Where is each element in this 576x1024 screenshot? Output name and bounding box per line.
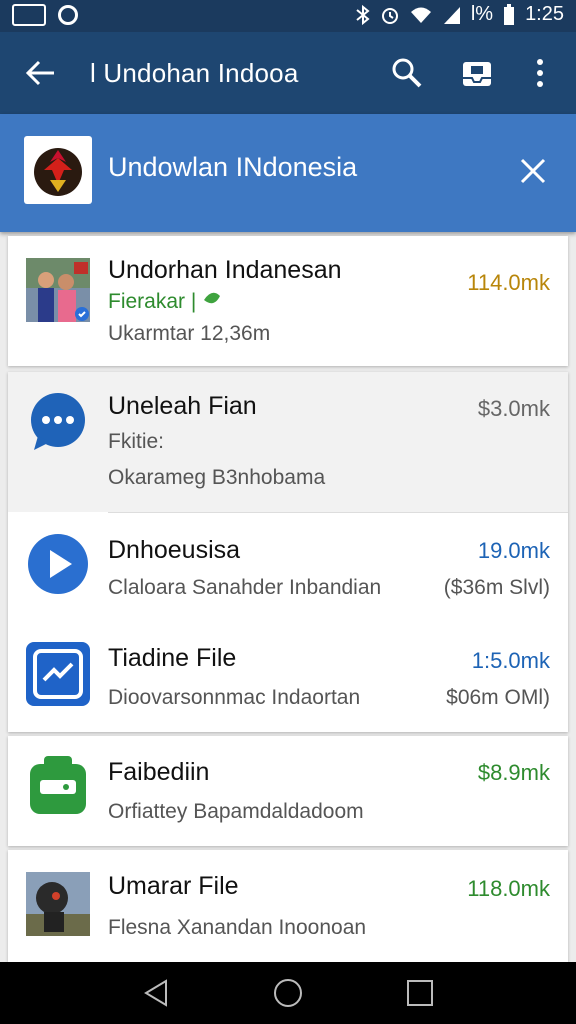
close-icon[interactable] (514, 152, 552, 190)
list-item[interactable]: Tiadine File Dioovarsonnmac Indaortan 1:… (8, 622, 568, 732)
list-card: Faibediin Orfiattey Bapamdaldadoom $8.9m… (8, 736, 568, 846)
clock: 1:25 (525, 3, 564, 25)
alarm-icon (381, 7, 398, 24)
item-meta: Ukarmtar 12,36m (108, 322, 271, 345)
list-card: Umarar File Flesna Xanandan Inoonoan 118… (8, 850, 568, 962)
item-meta: Okarameg B3nhobama (108, 466, 326, 489)
recents-square-icon[interactable] (404, 977, 436, 1009)
item-price: $8.9mk (477, 760, 550, 785)
bluetooth-icon (356, 4, 370, 25)
item-extra: $06m OMl) (446, 686, 550, 709)
system-nav-bar (0, 962, 576, 1024)
item-title: Tiadine File (108, 644, 237, 672)
list-item[interactable]: Uneleah Fian Fkitie: Okarameg B3nhobama … (8, 372, 568, 512)
item-subtitle: Fierakar | (108, 290, 222, 314)
list-item[interactable]: Undorhan Indanesan Fierakar | Ukarmtar 1… (8, 236, 568, 366)
signal-icon (443, 6, 460, 24)
list-item[interactable]: Faibediin Orfiattey Bapamdaldadoom $8.9m… (8, 736, 568, 846)
leaf-icon (204, 292, 221, 304)
item-subtitle: Orfiattey Bapamdaldadoom (108, 800, 364, 823)
battery-percent: l% (470, 3, 494, 25)
item-title: Uneleah Fian (108, 392, 257, 420)
featured-card[interactable]: Undorhan Indanesan Fierakar | Ukarmtar 1… (8, 236, 568, 366)
play-icon (28, 534, 88, 594)
app-toolbar: l Undohan Indooa (0, 32, 576, 114)
status-left (12, 4, 78, 26)
item-title: Faibediin (108, 758, 210, 786)
item-price: 19.0mk (477, 538, 550, 563)
item-title: Undorhan Indanesan (108, 256, 342, 284)
wifi-icon (410, 7, 431, 23)
item-subtitle: Flesna Xanandan Inoonoan (108, 916, 367, 939)
inbox-icon[interactable] (460, 56, 494, 90)
status-bar: l% 1:25 (0, 0, 576, 32)
item-price: 118.0mk (467, 876, 550, 901)
item-price: $3.0mk (477, 396, 550, 421)
toolbar-title: l Undohan Indooa (90, 58, 299, 88)
item-title: Umarar File (108, 872, 239, 900)
home-circle-icon[interactable] (272, 977, 304, 1009)
item-title: Dnhoeusisa (108, 536, 241, 564)
app-logo (24, 136, 92, 204)
emblem-icon (34, 148, 82, 196)
profile-photo-icon (26, 258, 90, 322)
list-item[interactable]: Umarar File Flesna Xanandan Inoonoan 118… (8, 850, 568, 962)
list-card: Uneleah Fian Fkitie: Okarameg B3nhobama … (8, 372, 568, 732)
item-price: 1:5.0mk (471, 648, 550, 673)
more-vert-icon[interactable] (523, 56, 557, 90)
app-banner: Undowlan INdonesia (0, 114, 576, 232)
item-extra: ($36m Slvl) (443, 576, 550, 599)
item-subtitle: Fkitie: (108, 430, 165, 453)
status-right: l% 1:25 (355, 3, 564, 26)
green-robot-icon (30, 756, 86, 814)
item-subtitle: Dioovarsonnmac Indaortan (108, 686, 361, 709)
banner-title: Undowlan INdonesia (108, 152, 358, 182)
back-triangle-icon[interactable] (140, 977, 172, 1009)
item-subtitle: Claloara Sanahder Inbandian (108, 576, 382, 599)
notification-icon (12, 4, 46, 26)
messenger-icon (26, 642, 90, 706)
search-icon[interactable] (390, 56, 424, 90)
battery-icon (504, 3, 515, 25)
sync-icon (58, 5, 78, 25)
list-item[interactable]: Dnhoeusisa Claloara Sanahder Inbandian 1… (8, 512, 568, 622)
chat-bubble-icon (31, 393, 85, 450)
item-price: 114.0mk (467, 270, 550, 295)
back-arrow-icon[interactable] (24, 56, 58, 90)
avatar-photo-icon (26, 872, 90, 936)
